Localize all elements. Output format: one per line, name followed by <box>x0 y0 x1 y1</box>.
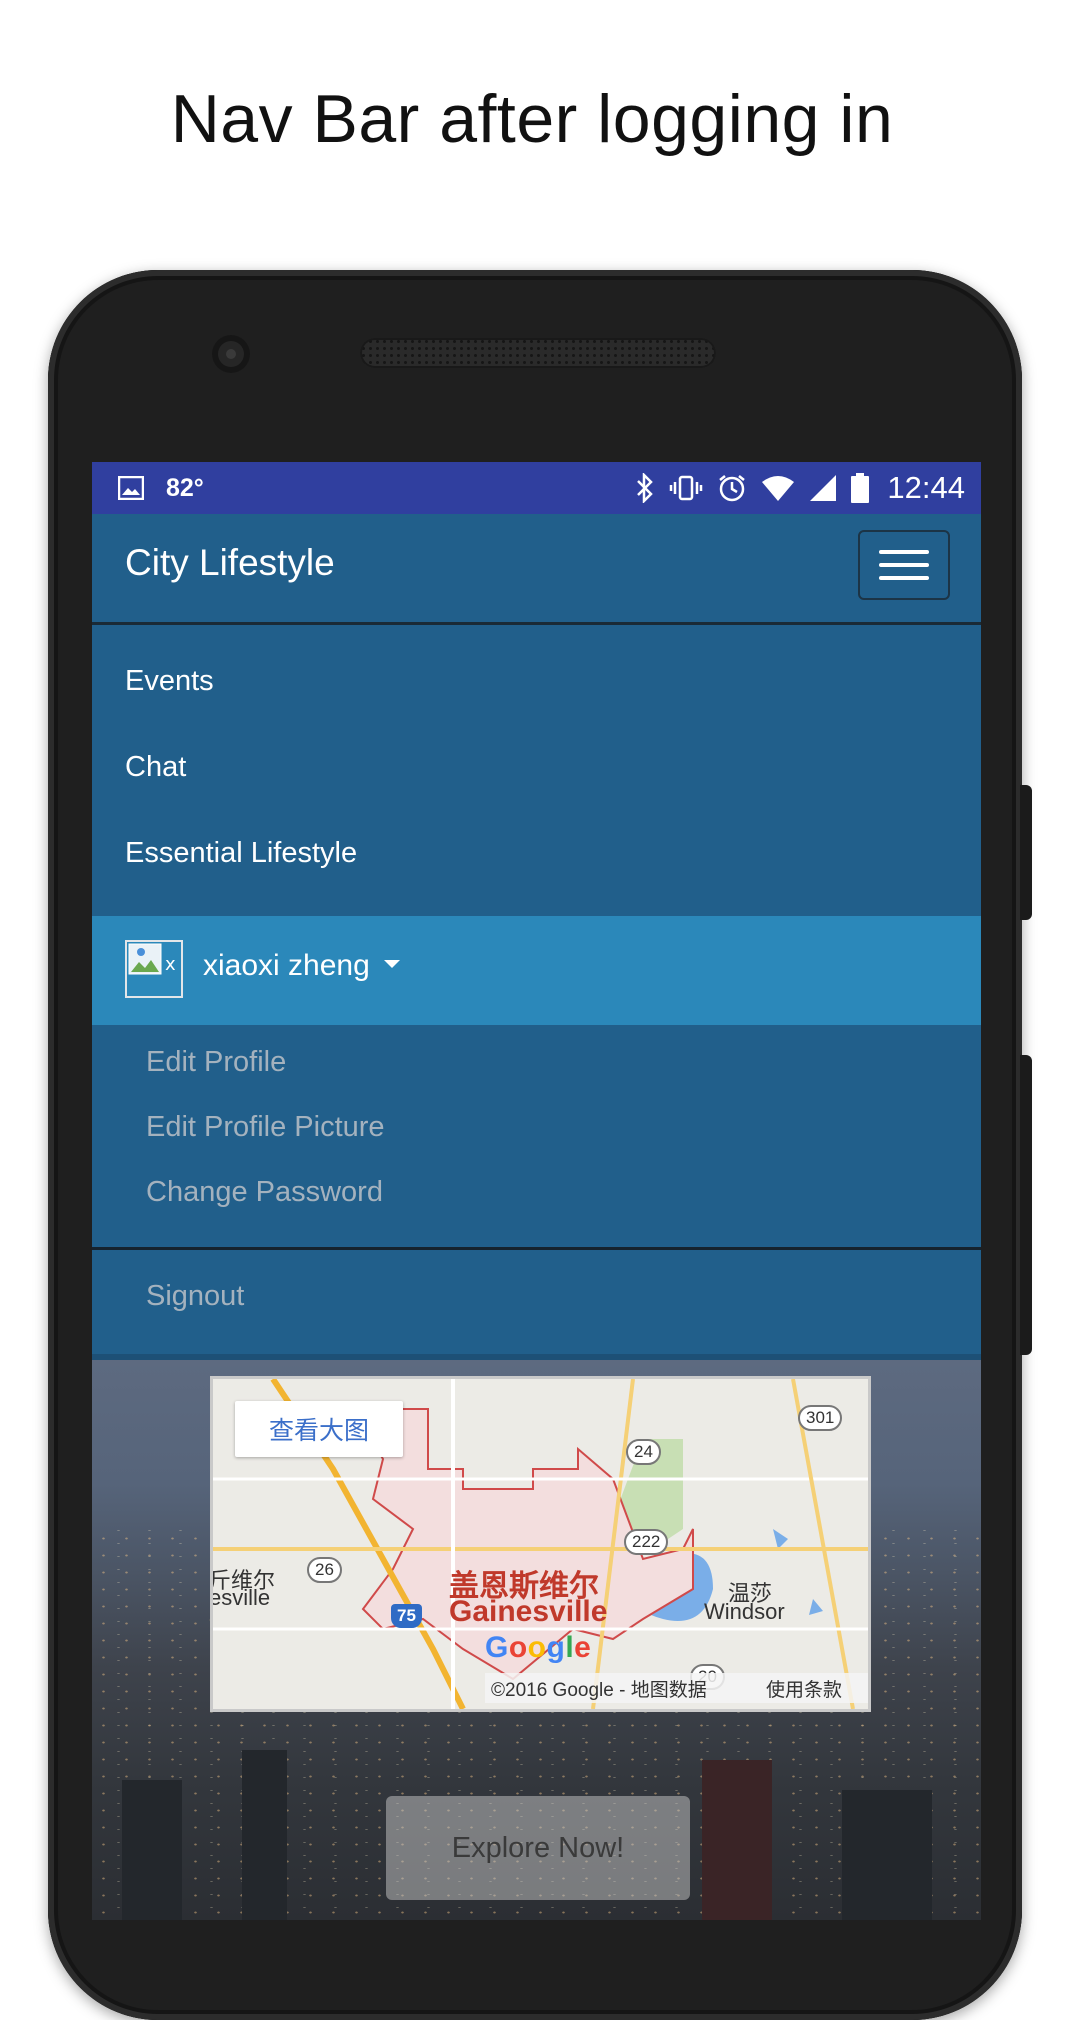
interstate-shield: 75 <box>391 1604 422 1628</box>
alarm-icon <box>717 473 747 503</box>
user-dropdown-toggle[interactable]: x xiaoxi zheng <box>92 916 981 1025</box>
hamburger-icon[interactable] <box>858 530 950 600</box>
signout-link[interactable]: Signout <box>146 1280 244 1313</box>
wifi-icon <box>761 474 795 502</box>
map-city-label-en: Gainesville <box>449 1595 608 1628</box>
battery-icon <box>851 473 870 503</box>
google-logo: Google <box>485 1631 592 1664</box>
phone-screen: 82° 12:44 City Lifestyle Events Chat Ess… <box>92 462 981 1920</box>
temperature-readout: 82° <box>166 473 204 502</box>
embedded-map[interactable]: 查看大图 301 24 222 26 75 20 斤维尔 esville 盖恩斯… <box>210 1376 871 1712</box>
username-text: xiaoxi zheng <box>203 949 370 982</box>
building <box>122 1780 182 1920</box>
road-shield: 26 <box>307 1557 342 1583</box>
bluetooth-icon <box>635 473 655 503</box>
clock: 12:44 <box>887 470 965 505</box>
brand-title[interactable]: City Lifestyle <box>125 542 335 584</box>
nav-item-events[interactable]: Events <box>125 665 214 698</box>
building <box>702 1760 772 1920</box>
road-shield: 301 <box>798 1405 843 1431</box>
building <box>842 1790 932 1920</box>
avatar-broken-alt: x <box>165 954 176 975</box>
nav-item-essential-lifestyle[interactable]: Essential Lifestyle <box>125 837 357 870</box>
building <box>242 1750 287 1920</box>
map-terms-link[interactable]: 使用条款 <box>766 1675 842 1702</box>
map-label: Windsor <box>704 1599 785 1624</box>
caret-down-icon <box>383 960 400 969</box>
power-button <box>1020 785 1032 920</box>
app-navbar: City Lifestyle <box>92 514 981 625</box>
signout-row: Signout <box>92 1250 981 1360</box>
front-camera <box>212 335 250 373</box>
vibrate-icon <box>669 474 703 502</box>
nav-item-chat[interactable]: Chat <box>125 751 186 784</box>
nav-menu: Events Chat Essential Lifestyle <box>92 625 981 916</box>
status-bar: 82° 12:44 <box>92 462 981 514</box>
road-shield: 222 <box>624 1529 669 1555</box>
volume-button <box>1020 1055 1032 1355</box>
road-shield: 24 <box>626 1439 661 1465</box>
dropdown-item-change-password[interactable]: Change Password <box>146 1176 383 1209</box>
explore-now-button[interactable]: Explore Now! <box>386 1796 690 1900</box>
map-copyright: ©2016 Google - 地图数据 <box>491 1680 707 1701</box>
dropdown-item-edit-profile-picture[interactable]: Edit Profile Picture <box>146 1111 385 1144</box>
earpiece-speaker <box>360 338 716 368</box>
user-dropdown-menu: Edit Profile Edit Profile Picture Change… <box>92 1025 981 1250</box>
page-caption: Nav Bar after logging in <box>170 81 894 157</box>
dropdown-item-edit-profile[interactable]: Edit Profile <box>146 1046 286 1079</box>
view-larger-map-button[interactable]: 查看大图 <box>235 1401 403 1457</box>
map-label: esville <box>210 1585 271 1610</box>
avatar: x <box>125 940 183 998</box>
username-label[interactable]: xiaoxi zheng <box>203 949 400 983</box>
image-icon <box>118 476 144 500</box>
signal-icon <box>809 474 837 502</box>
